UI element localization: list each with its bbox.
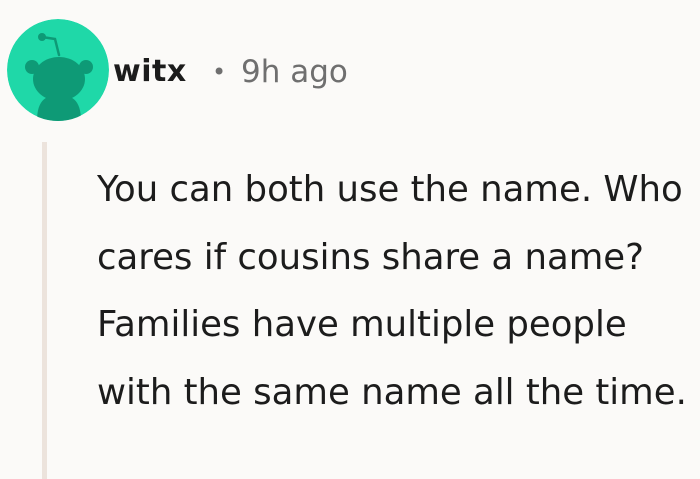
avatar[interactable]: [7, 19, 109, 121]
comment-body: You can both use the name. Who cares if …: [97, 169, 687, 413]
meta-separator: •: [212, 58, 227, 86]
comment-author[interactable]: witx: [113, 50, 187, 94]
comment-timestamp[interactable]: 9h ago: [241, 50, 348, 94]
comment: witx • 9h ago You can both use the name.…: [0, 0, 700, 479]
thread-line[interactable]: [42, 142, 47, 479]
reddit-snoo-avatar-icon: [7, 19, 109, 121]
